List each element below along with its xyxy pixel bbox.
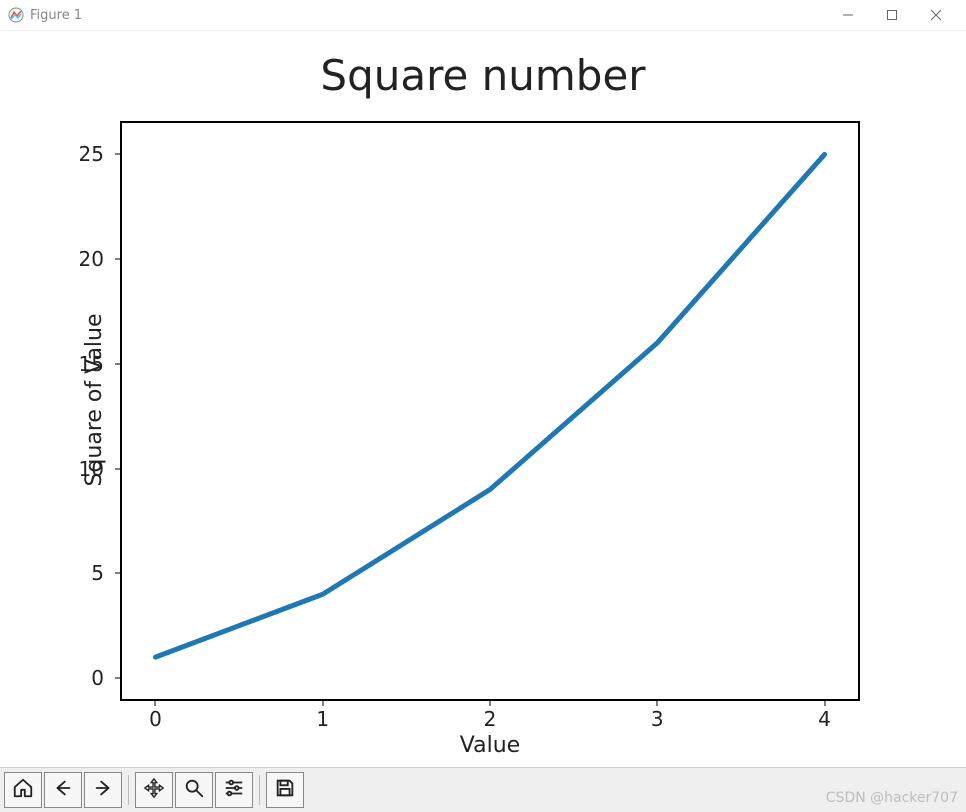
figure-canvas: Square number Square of Value 0123405101… bbox=[0, 31, 966, 769]
x-tick-label: 2 bbox=[484, 707, 497, 731]
x-tick-mark bbox=[322, 700, 323, 706]
maximize-button[interactable] bbox=[870, 1, 914, 29]
sliders-icon bbox=[223, 777, 245, 803]
matplotlib-toolbar: CSDN @hacker707 bbox=[0, 767, 966, 812]
y-tick-mark bbox=[115, 468, 121, 469]
y-tick-label: 10 bbox=[64, 457, 104, 481]
y-tick-mark bbox=[115, 259, 121, 260]
home-button[interactable] bbox=[4, 772, 42, 808]
y-tick-label: 0 bbox=[64, 666, 104, 690]
forward-button[interactable] bbox=[84, 772, 122, 808]
x-tick-mark bbox=[824, 700, 825, 706]
x-tick-mark bbox=[155, 700, 156, 706]
x-tick-label: 4 bbox=[818, 707, 831, 731]
minimize-button[interactable] bbox=[826, 1, 870, 29]
pan-button[interactable] bbox=[135, 772, 173, 808]
chart-title: Square number bbox=[0, 51, 966, 100]
y-tick-label: 20 bbox=[64, 247, 104, 271]
back-button[interactable] bbox=[44, 772, 82, 808]
back-arrow-icon bbox=[52, 777, 74, 803]
chart-line bbox=[122, 123, 858, 699]
y-tick-mark bbox=[115, 154, 121, 155]
toolbar-separator bbox=[259, 775, 260, 805]
y-tick-mark bbox=[115, 573, 121, 574]
x-tick-label: 1 bbox=[316, 707, 329, 731]
x-tick-mark bbox=[490, 700, 491, 706]
x-tick-mark bbox=[657, 700, 658, 706]
y-tick-mark bbox=[115, 363, 121, 364]
watermark: CSDN @hacker707 bbox=[826, 790, 958, 806]
home-icon bbox=[12, 777, 34, 803]
window-title: Figure 1 bbox=[30, 8, 82, 23]
x-tick-label: 3 bbox=[651, 707, 664, 731]
x-axis-label: Value bbox=[120, 733, 860, 758]
toolbar-separator bbox=[128, 775, 129, 805]
y-tick-label: 5 bbox=[64, 561, 104, 585]
y-tick-mark bbox=[115, 678, 121, 679]
y-tick-label: 25 bbox=[64, 142, 104, 166]
pan-icon bbox=[143, 777, 165, 803]
save-icon bbox=[274, 777, 296, 803]
y-tick-label: 15 bbox=[64, 352, 104, 376]
zoom-button[interactable] bbox=[175, 772, 213, 808]
close-button[interactable] bbox=[914, 1, 958, 29]
configure-button[interactable] bbox=[215, 772, 253, 808]
zoom-icon bbox=[183, 777, 205, 803]
save-button[interactable] bbox=[266, 772, 304, 808]
plot-area[interactable]: 012340510152025 bbox=[120, 121, 860, 701]
forward-arrow-icon bbox=[92, 777, 114, 803]
x-tick-label: 0 bbox=[149, 707, 162, 731]
app-icon bbox=[8, 7, 24, 23]
window-titlebar: Figure 1 bbox=[0, 0, 966, 31]
